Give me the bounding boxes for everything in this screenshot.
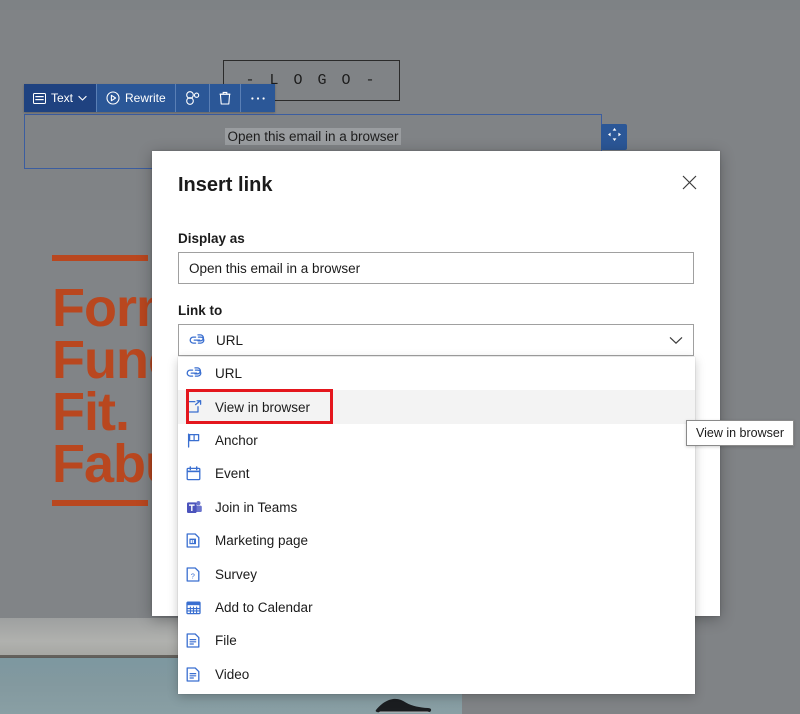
dropdown-item-marketing-page[interactable]: Marketing page bbox=[178, 524, 695, 557]
link-chain-icon bbox=[189, 333, 207, 347]
block-move-handle[interactable] bbox=[601, 124, 627, 150]
selected-link-text[interactable]: Open this email in a browser bbox=[225, 128, 401, 145]
hero-rule-bottom bbox=[52, 500, 148, 506]
display-as-label: Display as bbox=[178, 231, 245, 246]
link-to-dropdown-list[interactable]: URL View in browser Anchor Event Join in… bbox=[178, 357, 695, 694]
hero-rule-top bbox=[52, 255, 148, 261]
dropdown-item-label: Survey bbox=[215, 566, 258, 582]
dropdown-item-label: Join in Teams bbox=[215, 499, 298, 515]
video-document-icon bbox=[186, 667, 207, 682]
dropdown-item-video[interactable]: Video bbox=[178, 658, 695, 691]
dropdown-item-label: Event bbox=[215, 466, 250, 482]
dialog-title: Insert link bbox=[178, 174, 273, 196]
toolbar-text-label: Text bbox=[51, 91, 74, 105]
file-document-icon bbox=[186, 633, 207, 648]
canvas-top-strip bbox=[0, 0, 800, 10]
toolbar-rewrite-label: Rewrite bbox=[125, 91, 166, 105]
dropdown-item-label: URL bbox=[215, 366, 243, 382]
calendar-grid-icon bbox=[186, 600, 207, 615]
selected-text-block-inner: Open this email in a browser bbox=[25, 128, 601, 146]
flag-icon bbox=[186, 433, 207, 448]
link-to-selected-value: URL bbox=[216, 332, 244, 348]
tooltip: View in browser bbox=[686, 420, 795, 446]
dialog-close-button[interactable] bbox=[674, 170, 704, 200]
link-to-label: Link to bbox=[178, 303, 223, 318]
personalization-icon bbox=[185, 91, 200, 105]
display-as-input[interactable] bbox=[178, 252, 694, 284]
survey-question-icon: ? bbox=[186, 566, 207, 582]
text-block-icon bbox=[33, 92, 46, 104]
dropdown-item-url[interactable]: URL bbox=[178, 357, 695, 390]
dropdown-item-anchor[interactable]: Anchor bbox=[178, 424, 695, 457]
svg-text:?: ? bbox=[191, 571, 195, 580]
link-to-combobox[interactable]: URL bbox=[178, 324, 694, 356]
dropdown-item-label: View in browser bbox=[215, 399, 311, 415]
link-chain-icon bbox=[186, 367, 207, 380]
screenshot-root: Form Func Fit. Fabu - L O G O - Text Rew… bbox=[0, 0, 800, 714]
ellipsis-icon bbox=[250, 96, 266, 101]
dropdown-item-add-to-calendar[interactable]: Add to Calendar bbox=[178, 591, 695, 624]
dropdown-item-label: File bbox=[215, 633, 237, 649]
toolbar-more-button[interactable] bbox=[241, 84, 275, 112]
rewrite-copilot-icon bbox=[106, 91, 120, 105]
dropdown-item-event[interactable]: Event bbox=[178, 457, 695, 490]
dropdown-item-label: Video bbox=[215, 666, 250, 682]
marketing-page-icon bbox=[186, 533, 207, 548]
toolbar-rewrite-button[interactable]: Rewrite bbox=[97, 84, 176, 112]
close-icon bbox=[682, 175, 697, 195]
toolbar-delete-button[interactable] bbox=[210, 84, 241, 112]
photo-shoe bbox=[375, 698, 432, 713]
dropdown-item-label: Add to Calendar bbox=[215, 599, 313, 615]
toolbar-personalize-button[interactable] bbox=[176, 84, 210, 112]
dropdown-item-label: Marketing page bbox=[215, 533, 309, 549]
dropdown-item-file[interactable]: File bbox=[178, 624, 695, 657]
toolbar-text-button[interactable]: Text bbox=[24, 84, 98, 112]
dropdown-item-label: Anchor bbox=[215, 432, 258, 448]
open-in-new-window-icon bbox=[186, 400, 207, 414]
move-four-arrows-icon bbox=[607, 127, 622, 147]
dropdown-item-survey[interactable]: ? Survey bbox=[178, 557, 695, 590]
microsoft-teams-icon bbox=[186, 500, 207, 515]
calendar-event-icon bbox=[186, 466, 207, 481]
block-selection-toolbar: Text Rewrite bbox=[24, 84, 275, 112]
trash-icon bbox=[219, 91, 231, 105]
chevron-down-icon[interactable] bbox=[669, 336, 685, 345]
dropdown-item-view-in-browser[interactable]: View in browser bbox=[178, 390, 695, 424]
dropdown-item-join-in-teams[interactable]: Join in Teams bbox=[178, 491, 695, 524]
chevron-down-icon bbox=[78, 95, 87, 101]
